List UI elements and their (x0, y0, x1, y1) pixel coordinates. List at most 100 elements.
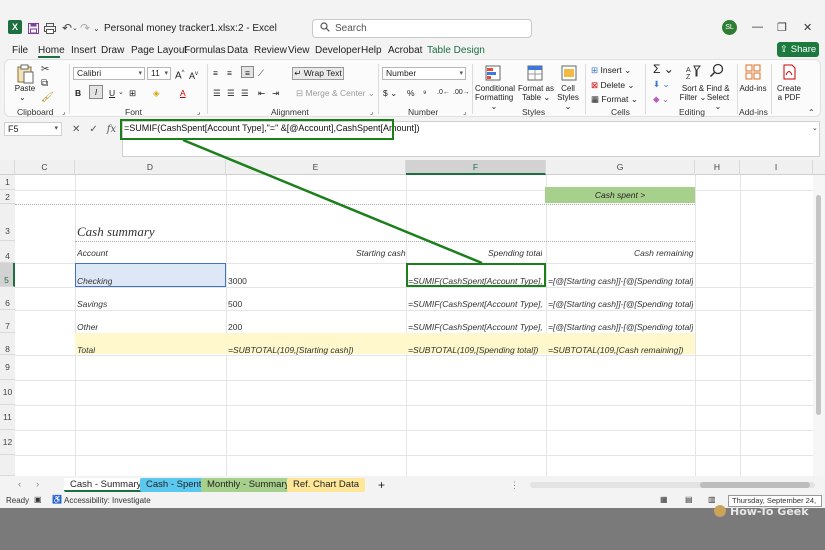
sort-filter-icon[interactable]: AZ (685, 64, 701, 82)
redo-icon[interactable]: ↷ (80, 20, 90, 36)
cell-remaining-checking[interactable]: =[@[Starting cash]]-[@[Spending total]] (548, 276, 693, 286)
font-launcher-icon[interactable]: ⌟ (197, 107, 200, 119)
page-break-view-icon[interactable]: ▥ (708, 495, 716, 504)
accessibility-status[interactable]: Accessibility: Investigate (64, 496, 151, 505)
underline-icon[interactable]: U (109, 87, 115, 99)
customize-toolbar-icon[interactable]: ⌄ (93, 20, 100, 36)
font-color-icon[interactable]: A (180, 87, 186, 99)
currency-icon[interactable]: $ ⌄ (383, 87, 397, 99)
increase-indent-icon[interactable]: ⇥ (272, 87, 279, 99)
cancel-icon[interactable]: ✕ (72, 124, 80, 135)
tab-view[interactable]: View (288, 45, 310, 56)
underline-dropdown-icon[interactable]: ⌄ (118, 87, 124, 99)
increase-font-icon[interactable]: A^ (175, 67, 185, 81)
undo-icon[interactable]: ↶ (62, 20, 72, 36)
row-header-6[interactable]: 6 (0, 287, 15, 310)
format-painter-icon[interactable]: 🖌 (41, 92, 54, 104)
delete-button[interactable]: ⊠ Delete ⌄ (591, 79, 635, 91)
cell-styles-icon[interactable] (561, 65, 577, 83)
comma-icon[interactable]: ⁹ (423, 87, 427, 99)
cell-starting-other[interactable]: 200 (228, 322, 242, 332)
add-ins-icon[interactable] (745, 64, 761, 82)
alignment-launcher-icon[interactable]: ⌟ (370, 107, 373, 119)
undo-dropdown-icon[interactable]: ⌄ (72, 20, 78, 36)
wrap-text-button[interactable]: ↵ Wrap Text (292, 67, 344, 80)
find-select-button[interactable]: Find & Select ⌄ (703, 84, 733, 111)
create-pdf-button[interactable]: Create a PDF (775, 84, 803, 102)
cell-spending-savings[interactable]: =SUMIF(CashSpent[Account Type],"=" &[@Ac… (408, 299, 543, 309)
column-header-c[interactable]: C (15, 160, 75, 175)
tab-acrobat[interactable]: Acrobat (388, 45, 422, 56)
clear-icon[interactable]: ◆ ⌄ (653, 93, 669, 105)
row-header-2[interactable]: 2 (0, 190, 15, 204)
conditional-formatting-button[interactable]: Conditional Formatting ⌄ (475, 84, 515, 111)
macro-icon[interactable]: ▣ (34, 495, 42, 504)
tab-developer[interactable]: Developer (315, 45, 361, 56)
row-header-12[interactable]: 12 (0, 430, 15, 455)
align-bottom-icon[interactable]: ≡ (241, 66, 254, 78)
prev-sheet-icon[interactable]: ‹ (12, 478, 27, 492)
collapse-ribbon-icon[interactable]: ⌃ (808, 107, 815, 119)
header-account[interactable]: Account (77, 248, 108, 258)
autosum-icon[interactable]: Σ ⌄ (653, 63, 674, 75)
align-top-icon[interactable]: ≡ (213, 67, 218, 79)
font-size-select[interactable]: 11 ▾ (147, 67, 171, 80)
header-cash-remaining[interactable]: Cash remaining (634, 248, 694, 258)
row-header-1[interactable]: 1 (0, 175, 15, 190)
column-header-g[interactable]: G (546, 160, 695, 175)
expand-formula-icon[interactable]: ⌄ (812, 123, 818, 135)
row-header-13[interactable] (0, 455, 15, 476)
paste-button[interactable]: Paste (13, 84, 37, 93)
vertical-scroll-thumb[interactable] (816, 195, 821, 415)
tab-help[interactable]: Help (361, 45, 382, 56)
fill-icon[interactable]: ⬇ ⌄ (653, 78, 670, 90)
cell-remaining-other[interactable]: =[@[Starting cash]]-[@[Spending total]] (548, 322, 693, 332)
align-right-icon[interactable]: ☰ (241, 87, 249, 99)
print-icon[interactable] (44, 20, 56, 36)
horizontal-scrollbar[interactable] (530, 482, 815, 488)
sheet-tab-cash-summary[interactable]: Cash - Summary (64, 478, 148, 492)
align-middle-icon[interactable]: ≡ (227, 67, 232, 79)
close-icon[interactable]: ✕ (803, 21, 812, 34)
italic-icon[interactable]: I (89, 85, 103, 99)
tab-review[interactable]: Review (254, 45, 287, 56)
tab-page-layout[interactable]: Page Layout (131, 45, 187, 56)
page-layout-view-icon[interactable]: ▤ (685, 495, 693, 504)
paste-dropdown-icon[interactable]: ⌄ (19, 93, 26, 102)
tab-file[interactable]: File (12, 45, 28, 56)
insert-function-icon[interactable]: fx (107, 124, 116, 135)
tab-table-design[interactable]: Table Design (427, 45, 485, 56)
merge-center-button[interactable]: ⊟ Merge & Center ⌄ (296, 88, 375, 99)
tab-insert[interactable]: Insert (71, 45, 96, 56)
find-select-icon[interactable] (709, 63, 725, 81)
conditional-formatting-icon[interactable] (485, 65, 501, 83)
cash-spent-link[interactable]: Cash spent > (545, 187, 695, 203)
decrease-indent-icon[interactable]: ⇤ (258, 87, 265, 99)
cell-styles-button[interactable]: Cell Styles ⌄ (555, 84, 581, 111)
bold-icon[interactable]: B (75, 87, 81, 99)
row-header-11[interactable]: 11 (0, 405, 15, 430)
cell-starting-checking[interactable]: 3000 (228, 276, 247, 286)
sheet-tab-monthly-summary[interactable]: Monthly - Summary (201, 478, 296, 492)
cell-account-checking[interactable]: Checking (77, 276, 112, 286)
add-ins-button[interactable]: Add-ins (739, 84, 767, 93)
increase-decimal-icon[interactable]: .0← (437, 87, 450, 99)
tab-formulas[interactable]: Formulas (184, 45, 226, 56)
normal-view-icon[interactable]: ▦ (660, 495, 668, 504)
cell-account-other[interactable]: Other (77, 322, 98, 332)
worksheet-grid[interactable]: C D E F G H I 1 2 3 4 5 6 7 8 9 10 11 12 (0, 160, 825, 476)
format-as-table-button[interactable]: Format as Table ⌄ (517, 84, 555, 102)
tab-draw[interactable]: Draw (101, 45, 124, 56)
horizontal-scroll-thumb[interactable] (700, 482, 810, 488)
row-header-10[interactable]: 10 (0, 380, 15, 405)
tab-home[interactable]: Home (38, 45, 65, 56)
align-left-icon[interactable]: ☰ (213, 87, 221, 99)
decrease-font-icon[interactable]: Av (189, 68, 198, 81)
cell-starting-savings[interactable]: 500 (228, 299, 242, 309)
minimize-icon[interactable]: — (752, 21, 763, 33)
search-box[interactable]: Search (312, 19, 532, 38)
format-button[interactable]: ▦ Format ⌄ (591, 93, 638, 105)
cell-total-remaining[interactable]: =SUBTOTAL(109,[Cash remaining]) (548, 345, 684, 355)
cell-total-spending[interactable]: =SUBTOTAL(109,[Spending total]) (408, 345, 538, 355)
tab-data[interactable]: Data (227, 45, 248, 56)
